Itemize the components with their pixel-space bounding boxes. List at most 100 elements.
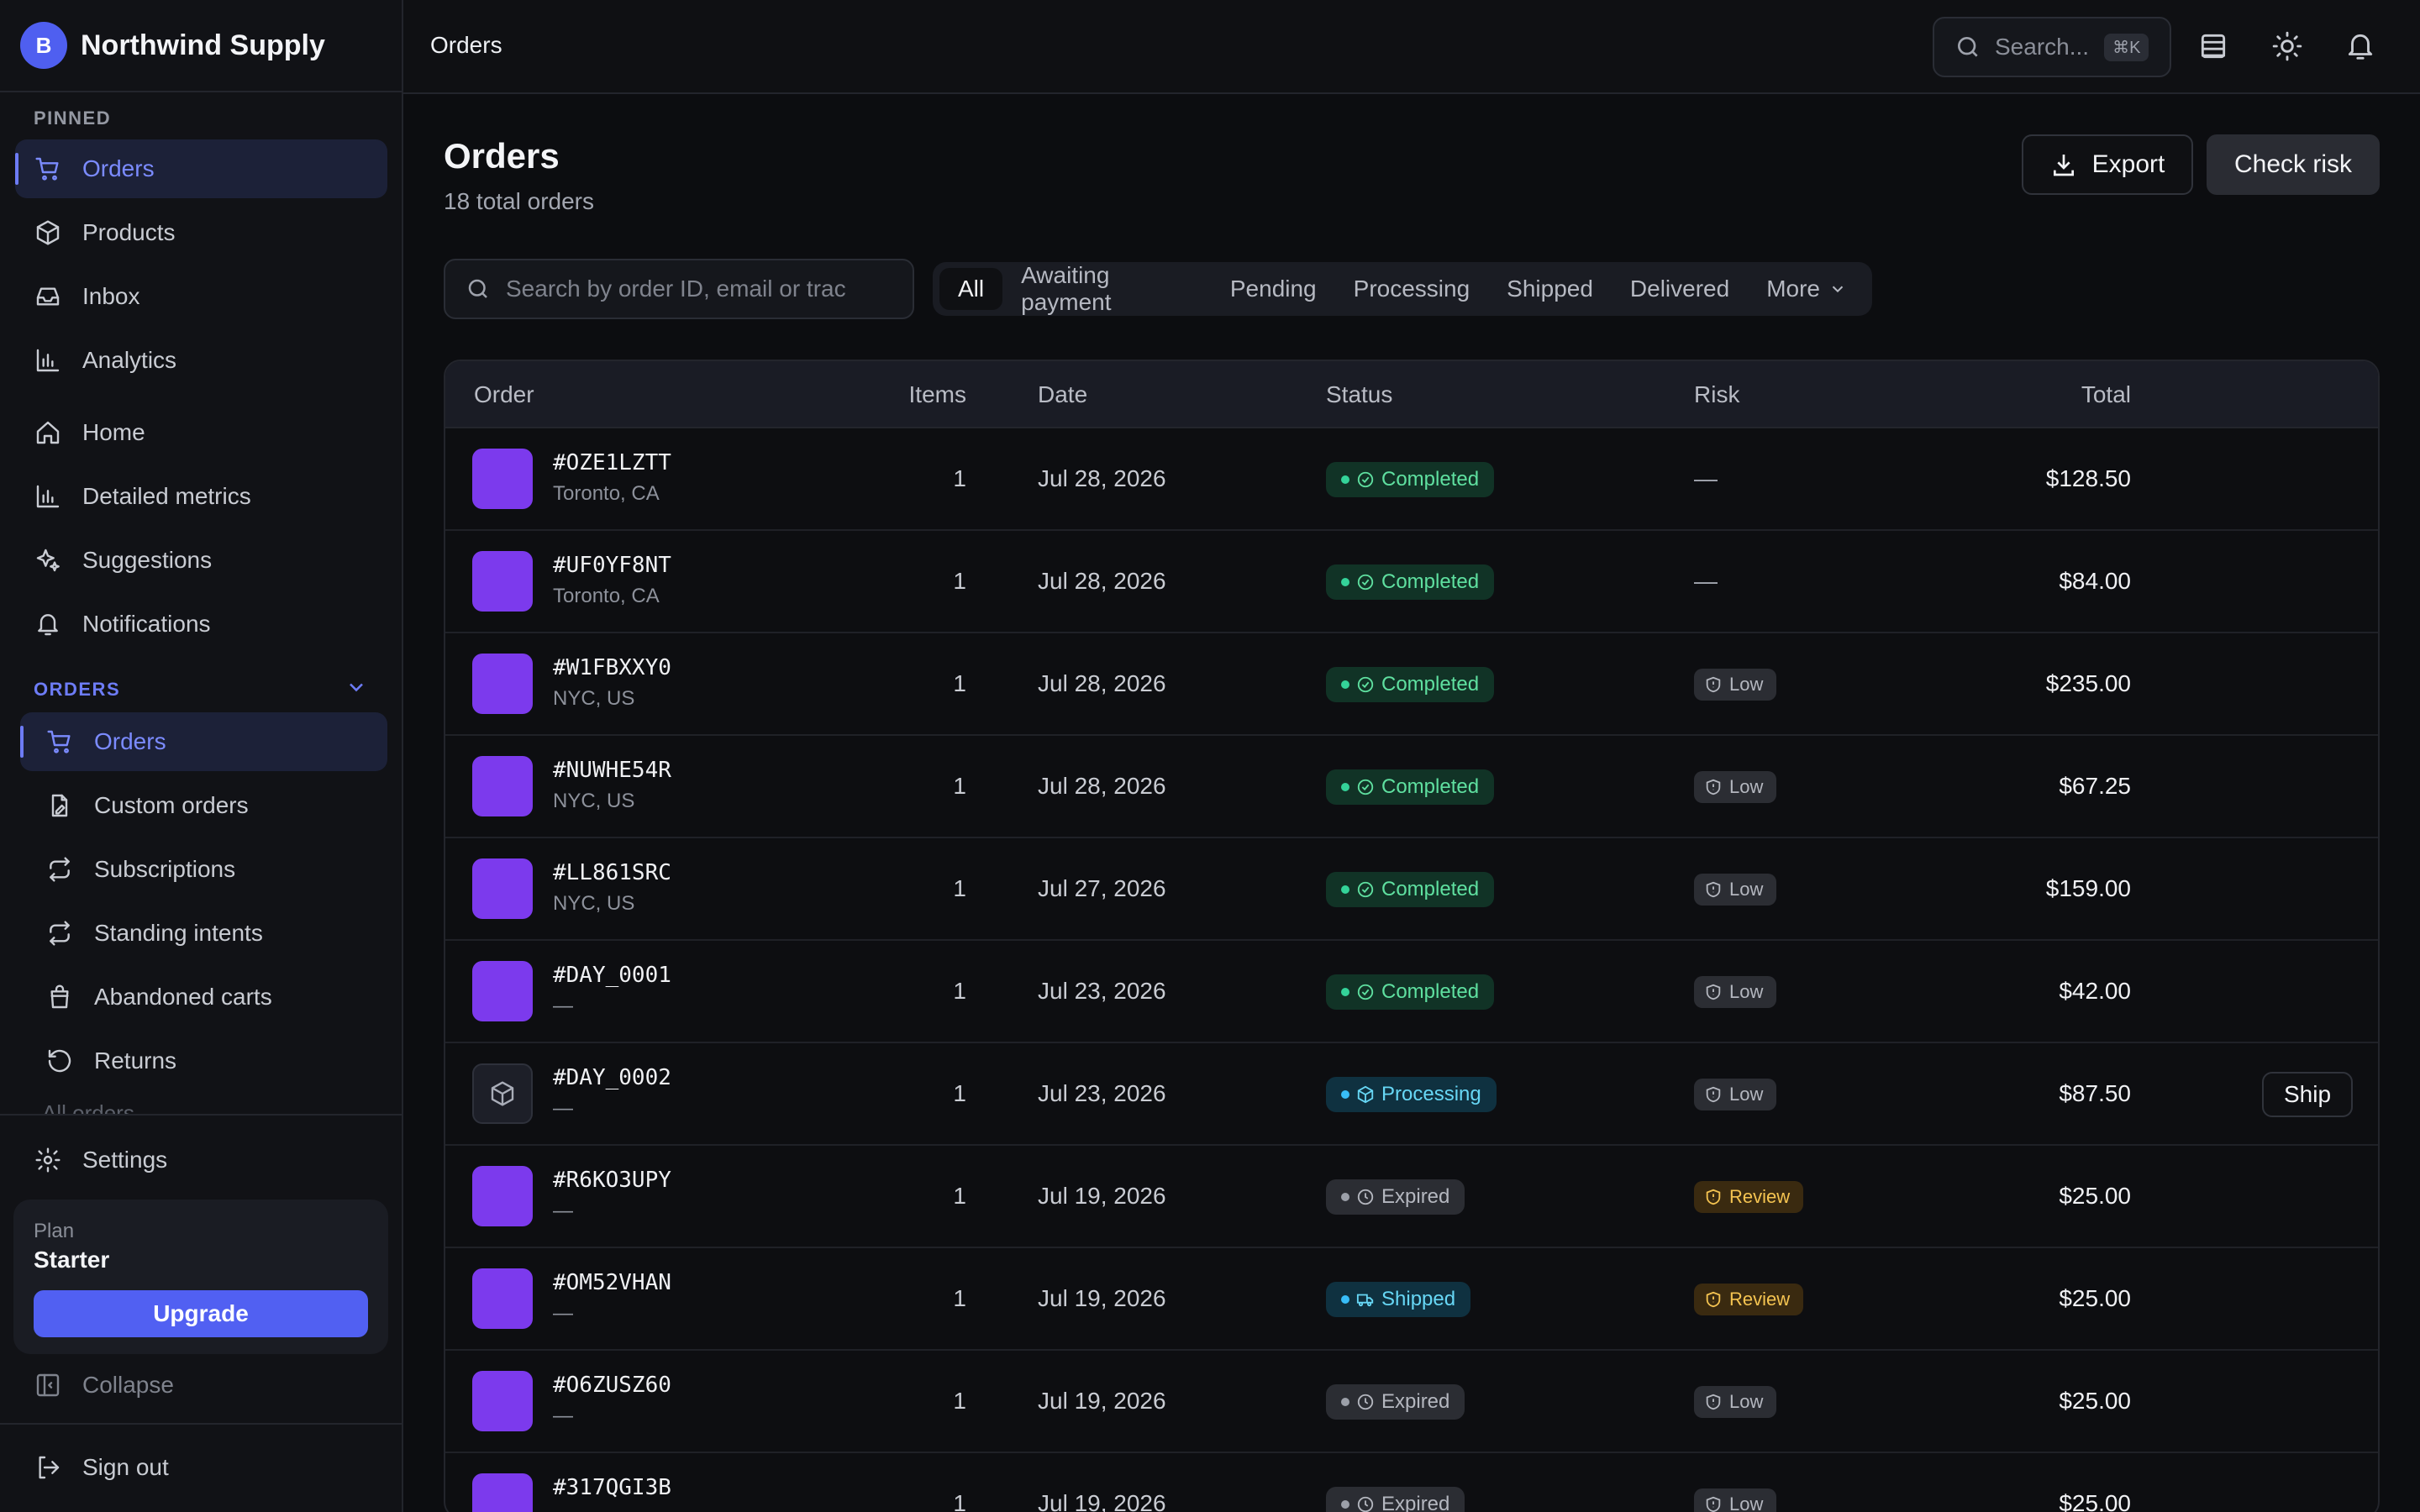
sidebar-item-standing-intents[interactable]: Standing intents bbox=[20, 904, 387, 963]
sidebar-item-label: Orders bbox=[94, 728, 166, 754]
status-badge: Completed bbox=[1326, 769, 1495, 805]
sun-icon[interactable] bbox=[2271, 30, 2303, 62]
sidebar-item-suggestions[interactable]: Suggestions bbox=[15, 531, 387, 590]
sidebar-item-label: Settings bbox=[82, 1147, 168, 1173]
column-header-items[interactable]: Items bbox=[899, 381, 966, 408]
table-row[interactable]: #UF0YF8NT Toronto, CA 1 Jul 28, 2026 Complet… bbox=[445, 531, 2378, 633]
sidebar-item-label: Analytics bbox=[82, 347, 177, 373]
risk-empty: — bbox=[1694, 465, 1718, 491]
order-id[interactable]: #DAY_0001 bbox=[553, 963, 671, 988]
shield-icon bbox=[1706, 984, 1721, 1000]
column-header-status[interactable]: Status bbox=[1326, 381, 1392, 408]
sidebar-item-products[interactable]: Products bbox=[15, 203, 387, 262]
bell-icon[interactable] bbox=[2344, 30, 2376, 62]
status-badge: Expired bbox=[1326, 1179, 1465, 1215]
status-label: Shipped bbox=[1381, 1288, 1456, 1310]
sidebar-item-orders[interactable]: Orders bbox=[20, 712, 387, 771]
sidebar-item-returns[interactable]: Returns bbox=[20, 1032, 387, 1090]
inbox-icon bbox=[34, 282, 62, 311]
ship-button[interactable]: Ship bbox=[2262, 1072, 2353, 1117]
tab-all[interactable]: All bbox=[939, 268, 1003, 310]
table-row[interactable]: #R6KO3UPY — 1 Jul 19, 2026 Expired Review $25.… bbox=[445, 1146, 2378, 1248]
table-row[interactable]: #317QGI3B 1 Jul 19, 2026 Expired Low $25.00 bbox=[445, 1453, 2378, 1512]
tab-processing[interactable]: Processing bbox=[1335, 268, 1489, 310]
repeat-icon bbox=[45, 919, 74, 948]
column-header-total[interactable]: Total bbox=[1958, 381, 2131, 408]
global-search[interactable]: Search... ⌘K bbox=[1933, 17, 2171, 77]
column-header-order[interactable]: Order bbox=[474, 381, 534, 408]
status-label: Processing bbox=[1381, 1083, 1481, 1105]
sidebar-item-inbox[interactable]: Inbox bbox=[15, 267, 387, 326]
order-total: $87.50 bbox=[2059, 1080, 2131, 1106]
sidebar-item-home[interactable]: Home bbox=[15, 403, 387, 462]
sidebar-item-subscriptions[interactable]: Subscriptions bbox=[20, 840, 387, 899]
order-id[interactable]: #W1FBXXY0 bbox=[553, 655, 671, 680]
table-row[interactable]: #DAY_0002 — 1 Jul 23, 2026 Processing Low $87.… bbox=[445, 1043, 2378, 1146]
column-header-risk[interactable]: Risk bbox=[1694, 381, 1739, 408]
brand[interactable]: B Northwind Supply bbox=[0, 0, 402, 92]
risk-label: Low bbox=[1729, 879, 1764, 900]
order-id[interactable]: #317QGI3B bbox=[553, 1475, 671, 1500]
upgrade-button[interactable]: Upgrade bbox=[34, 1290, 368, 1337]
order-items: 1 bbox=[953, 1183, 966, 1209]
sign-out-button[interactable]: Sign out bbox=[15, 1438, 387, 1497]
order-id[interactable]: #R6KO3UPY bbox=[553, 1168, 671, 1193]
order-id[interactable]: #DAY_0002 bbox=[553, 1065, 671, 1090]
column-header-date[interactable]: Date bbox=[1038, 381, 1087, 408]
table-row[interactable]: #DAY_0001 — 1 Jul 23, 2026 Completed Low $42.0… bbox=[445, 941, 2378, 1043]
sidebar-item-settings[interactable]: Settings bbox=[15, 1131, 387, 1189]
table-row[interactable]: #W1FBXXY0 NYC, US 1 Jul 28, 2026 Completed Lo… bbox=[445, 633, 2378, 736]
product-thumbnail bbox=[472, 756, 533, 816]
page-subtitle: 18 total orders bbox=[444, 188, 594, 214]
status-badge: Completed bbox=[1326, 667, 1495, 702]
tab-shipped[interactable]: Shipped bbox=[1488, 268, 1612, 310]
shield-icon bbox=[1706, 676, 1721, 693]
order-search-input[interactable] bbox=[506, 276, 901, 302]
check-circle-icon bbox=[1357, 984, 1374, 1000]
sidebar-collapse-icon bbox=[34, 1371, 62, 1399]
table-row[interactable]: #O6ZUSZ60 — 1 Jul 19, 2026 Expired Low $25.00 bbox=[445, 1351, 2378, 1453]
sidebar-item-pinned-orders[interactable]: Orders bbox=[15, 139, 387, 198]
sidebar-item-all-orders[interactable]: All orders bbox=[42, 1100, 134, 1115]
list-view-icon[interactable] bbox=[2197, 30, 2229, 62]
search-icon bbox=[1958, 37, 1978, 57]
sidebar-item-custom-orders[interactable]: Custom orders bbox=[20, 776, 387, 835]
risk-badge: Low bbox=[1694, 874, 1777, 906]
table-row[interactable]: #OZE1LZTT Toronto, CA 1 Jul 28, 2026 Complet… bbox=[445, 428, 2378, 531]
product-thumbnail bbox=[472, 1166, 533, 1226]
sidebar-item-analytics[interactable]: Analytics bbox=[15, 331, 387, 390]
order-id[interactable]: #OZE1LZTT bbox=[553, 450, 671, 475]
tab-pending[interactable]: Pending bbox=[1212, 268, 1335, 310]
table-row[interactable]: #NUWHE54R NYC, US 1 Jul 28, 2026 Completed Lo… bbox=[445, 736, 2378, 838]
check-risk-button[interactable]: Check risk bbox=[2207, 134, 2380, 195]
brand-logo: B bbox=[20, 22, 67, 69]
sidebar-item-detailed-metrics[interactable]: Detailed metrics bbox=[15, 467, 387, 526]
export-button[interactable]: Export bbox=[2022, 134, 2193, 195]
tab-more[interactable]: More bbox=[1748, 268, 1865, 310]
status-dot bbox=[1341, 1193, 1349, 1201]
status-label: Completed bbox=[1381, 570, 1480, 593]
order-id[interactable]: #LL861SRC bbox=[553, 860, 671, 885]
order-items: 1 bbox=[953, 568, 966, 594]
table-row[interactable]: #OM52VHAN — 1 Jul 19, 2026 Shipped Review $25.… bbox=[445, 1248, 2378, 1351]
tab-delivered[interactable]: Delivered bbox=[1612, 268, 1748, 310]
chevron-down-icon bbox=[1832, 286, 1844, 293]
product-thumbnail bbox=[472, 1473, 533, 1512]
chevron-down-icon[interactable] bbox=[345, 675, 368, 699]
sidebar-item-label: Subscriptions bbox=[94, 856, 236, 882]
status-label: Completed bbox=[1381, 468, 1480, 491]
sidebar-item-abandoned-carts[interactable]: Abandoned carts bbox=[20, 968, 387, 1026]
tab-awaiting-payment[interactable]: Awaiting payment bbox=[1002, 262, 1212, 315]
bag-icon bbox=[45, 983, 74, 1011]
order-id[interactable]: #O6ZUSZ60 bbox=[553, 1373, 671, 1398]
order-id[interactable]: #UF0YF8NT bbox=[553, 553, 671, 578]
repeat-icon bbox=[45, 855, 74, 884]
table-row[interactable]: #LL861SRC NYC, US 1 Jul 27, 2026 Completed Lo… bbox=[445, 838, 2378, 941]
truck-icon bbox=[1356, 1294, 1374, 1307]
sidebar-item-notifications[interactable]: Notifications bbox=[15, 595, 387, 654]
order-date: Jul 19, 2026 bbox=[1038, 1388, 1166, 1414]
status-tabs: All Awaiting payment Pending Processing … bbox=[933, 262, 1872, 316]
order-id[interactable]: #OM52VHAN bbox=[553, 1270, 671, 1295]
order-id[interactable]: #NUWHE54R bbox=[553, 758, 671, 783]
collapse-sidebar-button[interactable]: Collapse bbox=[15, 1356, 387, 1415]
